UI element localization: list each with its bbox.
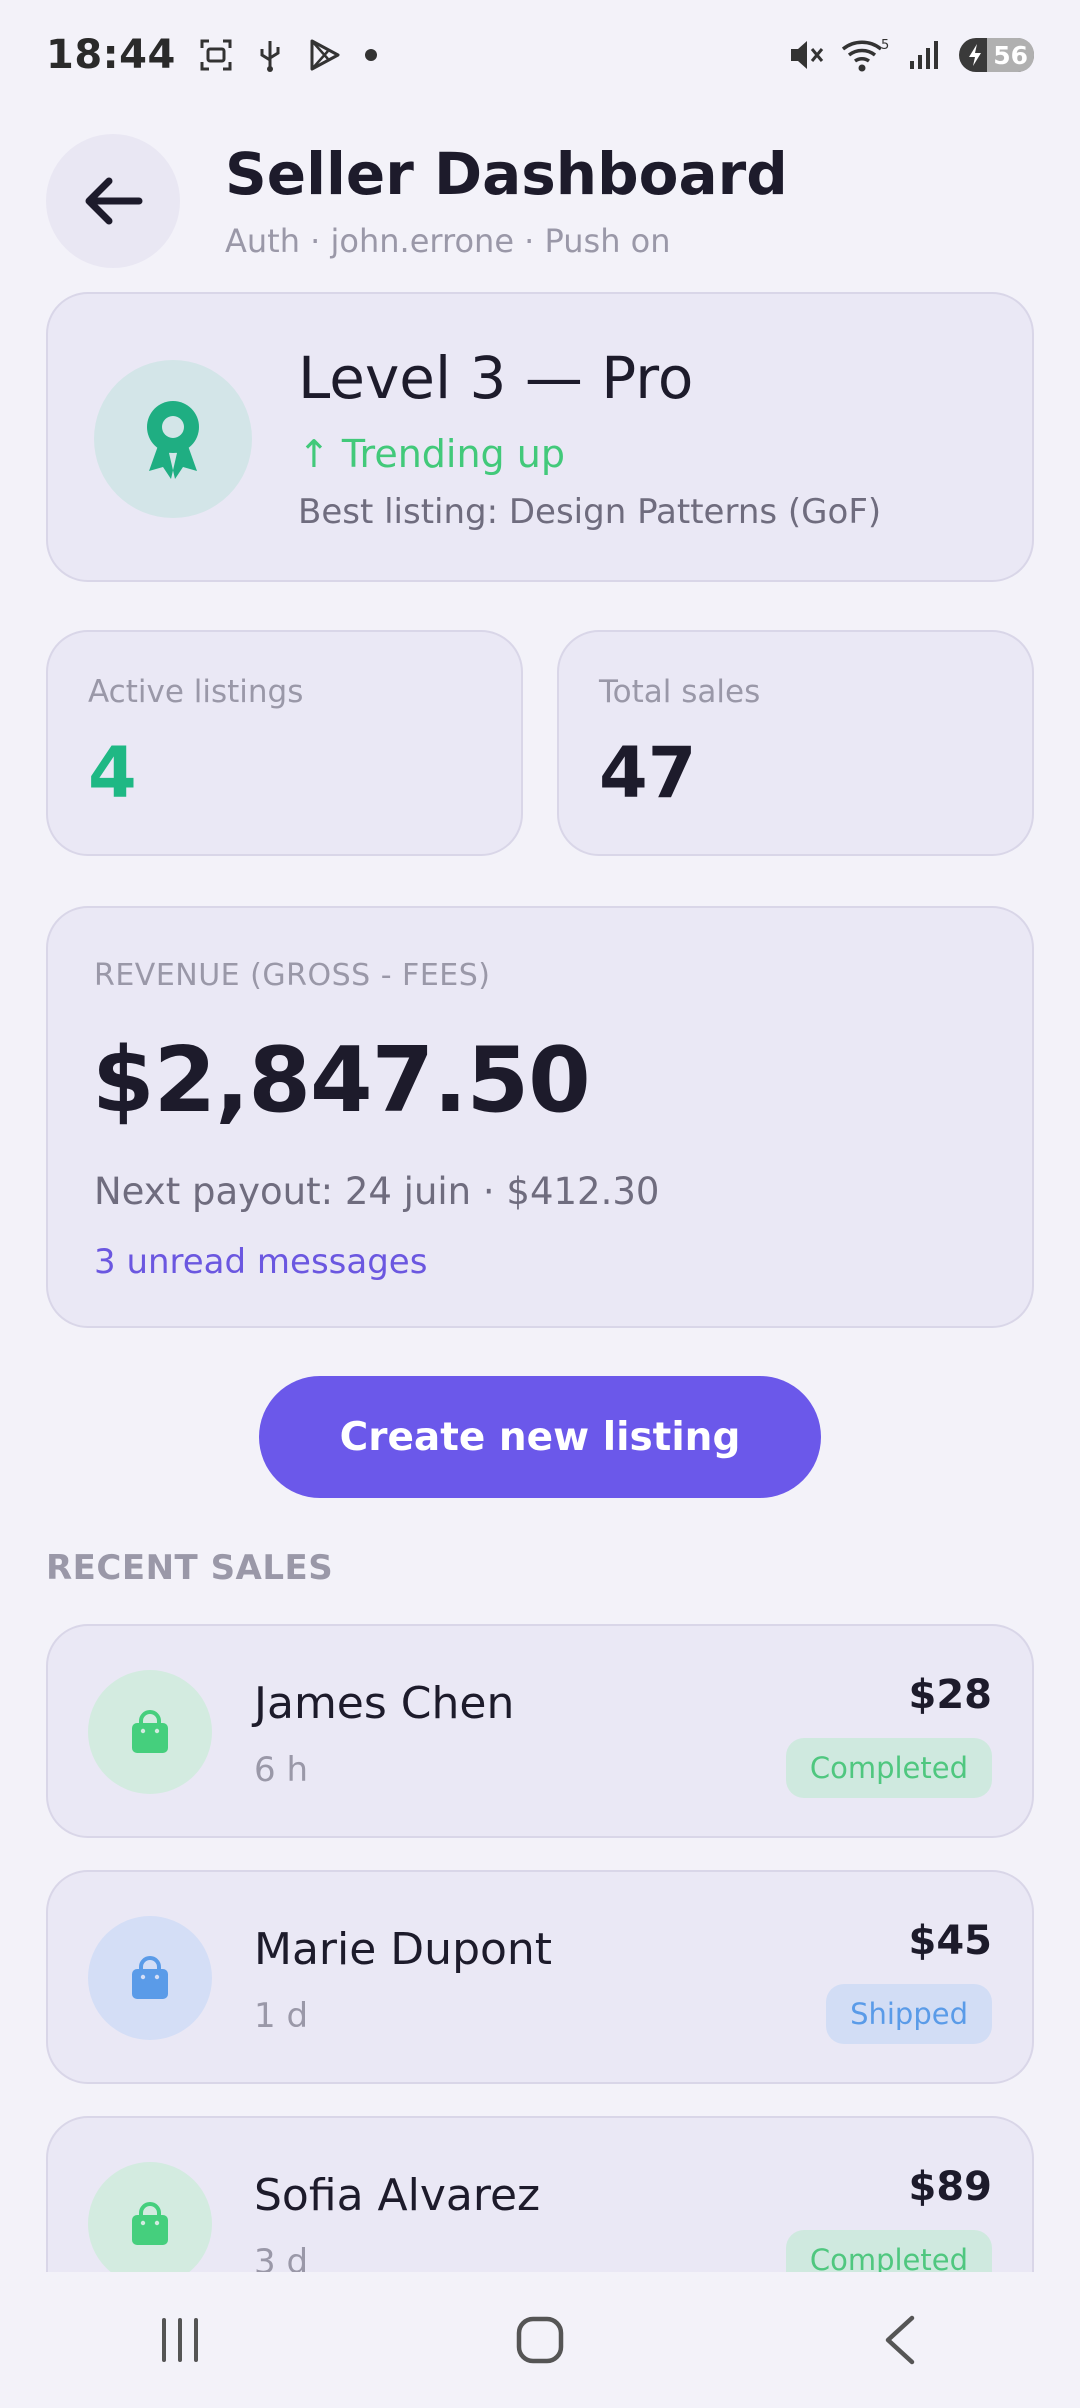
charging-icon — [969, 44, 982, 66]
create-listing-button[interactable]: Create new listing — [259, 1376, 821, 1498]
status-bar: 18:44 5 56 — [0, 0, 1080, 110]
recents-icon — [162, 2318, 198, 2362]
shopping-bag-icon — [88, 2162, 212, 2272]
award-icon — [94, 360, 252, 518]
status-left: 18:44 — [46, 32, 378, 78]
system-nav-bar — [0, 2272, 1080, 2408]
recent-sales-title: RECENT SALES — [46, 1548, 334, 1588]
page-title: Seller Dashboard — [225, 140, 788, 208]
level-title: Level 3 — Pro — [298, 344, 694, 412]
svg-text:5: 5 — [881, 38, 889, 53]
sale-time: 3 d — [254, 2242, 309, 2272]
status-time: 18:44 — [46, 32, 176, 78]
page-subtitle: Auth · john.errone · Push on — [225, 222, 671, 260]
home-icon — [516, 2316, 564, 2364]
sale-amount: $89 — [908, 2164, 993, 2210]
wifi-icon: 5 — [841, 37, 891, 73]
nav-back-button[interactable] — [820, 2290, 980, 2390]
sale-row[interactable]: James Chen 6 h $28 Completed — [46, 1624, 1034, 1838]
signal-icon — [907, 37, 943, 73]
buyer-name: Sofia Alvarez — [254, 2170, 541, 2221]
sale-row[interactable]: Marie Dupont 1 d $45 Shipped — [46, 1870, 1034, 2084]
status-right: 5 56 — [787, 37, 1034, 73]
play-store-icon — [306, 37, 342, 73]
sale-time: 6 h — [254, 1750, 308, 1790]
dot-icon — [364, 48, 378, 62]
back-button[interactable] — [46, 134, 180, 268]
sale-amount: $28 — [908, 1672, 993, 1718]
trend-indicator: ↑ Trending up — [298, 432, 565, 476]
shopping-bag-icon — [88, 1670, 212, 1794]
recents-button[interactable] — [100, 2290, 260, 2390]
battery-indicator: 56 — [959, 38, 1034, 72]
usb-icon — [256, 37, 284, 73]
best-listing: Best listing: Design Patterns (GoF) — [298, 492, 882, 532]
shopping-bag-icon — [88, 1916, 212, 2040]
status-badge: Completed — [785, 2230, 992, 2272]
revenue-card: REVENUE (GROSS - FEES) $2,847.50 Next pa… — [46, 906, 1034, 1328]
active-listings-card[interactable]: Active listings 4 — [46, 630, 523, 856]
status-badge: Shipped — [826, 1984, 992, 2044]
seller-level-card: Level 3 — Pro ↑ Trending up Best listing… — [46, 292, 1034, 582]
active-listings-value: 4 — [88, 732, 137, 814]
battery-level: 56 — [987, 38, 1034, 72]
sale-row[interactable]: Sofia Alvarez 3 d $89 Completed — [46, 2116, 1034, 2272]
revenue-label: REVENUE (GROSS - FEES) — [94, 958, 491, 993]
recent-sales-list[interactable]: James Chen 6 h $28 Completed Marie Dupon… — [0, 1620, 1080, 2272]
mute-icon — [787, 37, 825, 73]
nav-back-icon — [885, 2315, 915, 2365]
total-sales-card[interactable]: Total sales 47 — [557, 630, 1034, 856]
sale-time: 1 d — [254, 1996, 309, 2036]
buyer-name: James Chen — [254, 1678, 515, 1729]
arrow-left-icon — [85, 177, 143, 225]
status-badge: Completed — [785, 1738, 992, 1798]
total-sales-label: Total sales — [599, 674, 761, 710]
active-listings-label: Active listings — [88, 674, 304, 710]
home-button[interactable] — [460, 2290, 620, 2390]
revenue-amount: $2,847.50 — [92, 1028, 591, 1133]
buyer-name: Marie Dupont — [254, 1924, 553, 1975]
unread-messages-link[interactable]: 3 unread messages — [94, 1242, 427, 1282]
next-payout: Next payout: 24 juin · $412.30 — [94, 1170, 660, 1213]
screenshot-icon — [198, 37, 234, 73]
total-sales-value: 47 — [599, 732, 697, 814]
sale-amount: $45 — [908, 1918, 993, 1964]
